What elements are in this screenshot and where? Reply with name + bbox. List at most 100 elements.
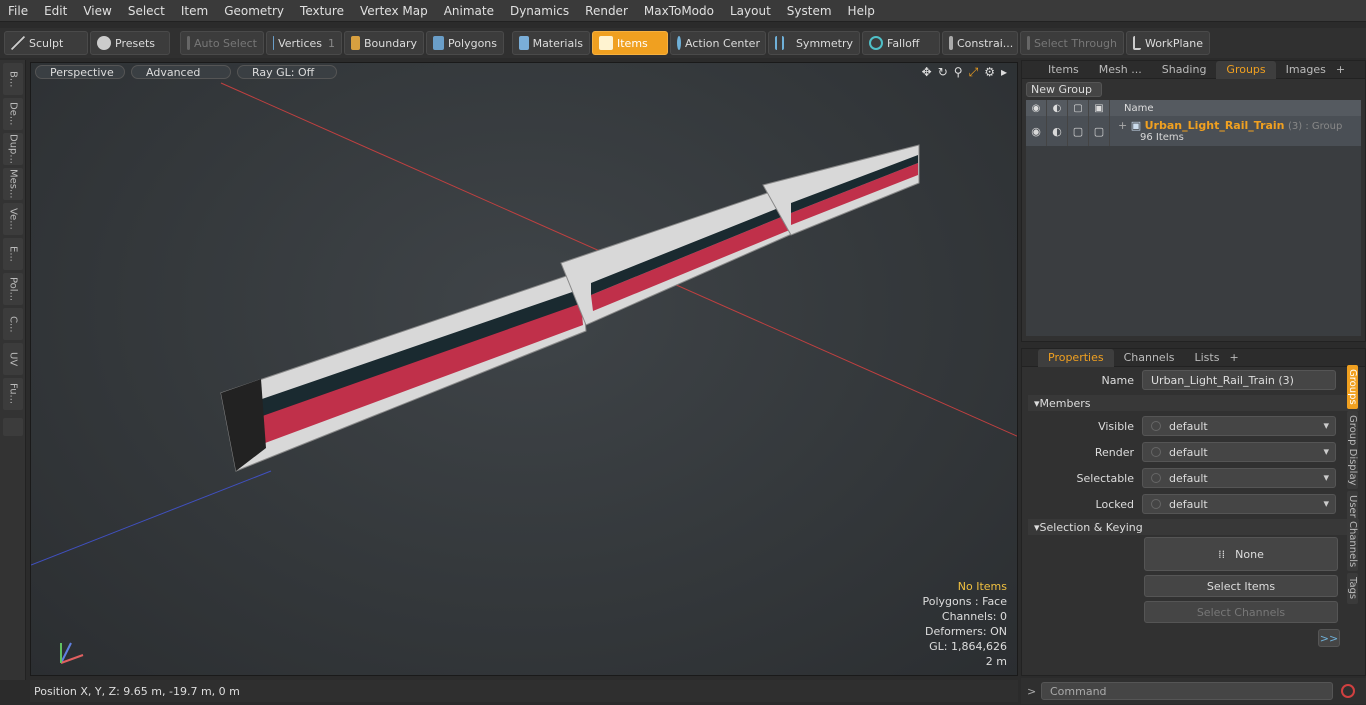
menu-layout[interactable]: Layout [722,4,779,18]
3d-viewport[interactable]: Perspective Advanced Ray GL: Off ✥ ↻ ⚲ ⤢… [30,62,1018,676]
select-through-button[interactable]: Select Through [1020,31,1124,55]
menu-view[interactable]: View [75,4,119,18]
render-icon[interactable]: ◐ [1047,116,1068,146]
polygons-info: Polygons : Face [922,595,1007,608]
side-tab-tags[interactable]: Tags [1347,573,1358,604]
arrow-right-icon[interactable]: ▸ [1001,65,1007,80]
add-tab-icon[interactable]: + [1336,63,1345,76]
expand-icon[interactable]: + [1118,119,1131,132]
side-tab-groups[interactable]: Groups [1347,365,1358,409]
menu-maxtomodo[interactable]: MaxToModo [636,4,722,18]
groups-list: ◉ ◐ ▢ ▣ Name ◉ ◐ ▢ ▢ + ▣ Urban_Light_Rai… [1026,100,1361,336]
menu-vertex-map[interactable]: Vertex Map [352,4,436,18]
select-channels-button[interactable]: Select Channels [1144,601,1338,623]
left-tab-edge[interactable]: E... [3,238,23,270]
settings-icon[interactable]: ⚙ [984,65,995,80]
select-col-icon[interactable]: ▢ [1068,100,1089,116]
add-tab-icon[interactable]: + [1229,351,1238,364]
visibility-col-icon[interactable]: ◉ [1026,100,1047,116]
tab-lists[interactable]: Lists [1185,349,1230,367]
scale-info: 2 m [985,655,1007,668]
left-tab-duplicate[interactable]: Dup... [3,133,23,165]
left-tab-deform[interactable]: De... [3,98,23,130]
side-tab-user-channels[interactable]: User Channels [1347,491,1358,572]
lock-col-icon[interactable]: ▣ [1089,100,1110,116]
item-cube-icon [599,36,613,50]
tab-images[interactable]: Images [1276,61,1336,79]
materials-button[interactable]: Materials [512,31,590,55]
left-tab-vertex[interactable]: Ve... [3,203,23,235]
record-icon[interactable] [1341,684,1355,698]
command-prompt-icon: > [1027,684,1037,698]
selectable-dropdown[interactable]: default [1142,468,1336,488]
eye-icon[interactable]: ◉ [1026,116,1047,146]
left-tab-mesh[interactable]: Mes... [3,168,23,200]
workplane-button[interactable]: WorkPlane [1126,31,1210,55]
constraints-button[interactable]: Constrai... [942,31,1018,55]
locked-row: Locked default [1022,491,1365,517]
selection-keying-section[interactable]: ▾ Selection & Keying [1028,519,1359,535]
rotate-icon[interactable]: ↻ [938,65,948,80]
view-type-dropdown[interactable]: Perspective [35,65,125,79]
tab-shading[interactable]: Shading [1152,61,1217,79]
more-button[interactable]: >> [1318,629,1340,647]
render-row: Render default [1022,439,1365,465]
left-tab-uv[interactable]: UV [3,343,23,375]
tab-properties[interactable]: Properties [1038,348,1114,367]
menu-help[interactable]: Help [840,4,883,18]
left-tab-curve[interactable]: C... [3,308,23,340]
members-section[interactable]: ▾ Members [1028,395,1359,411]
left-toolbox: B... De... Dup... Mes... Ve... E... Pol.… [0,60,26,680]
menu-animate[interactable]: Animate [436,4,502,18]
menu-file[interactable]: File [0,4,36,18]
menu-geometry[interactable]: Geometry [216,4,292,18]
visible-dropdown[interactable]: default [1142,416,1336,436]
raygl-toggle[interactable]: Ray GL: Off [237,65,337,79]
menu-dynamics[interactable]: Dynamics [502,4,577,18]
none-button[interactable]: ⁞⁞ None [1144,537,1338,571]
command-input[interactable]: Command [1041,682,1333,700]
side-tab-group-display[interactable]: Group Display [1347,410,1358,490]
pan-icon[interactable]: ✥ [922,65,932,80]
menu-system[interactable]: System [779,4,840,18]
new-group-button[interactable]: New Group [1026,82,1102,97]
radio-icon [1151,421,1161,431]
auto-select-button[interactable]: Auto Select [180,31,264,55]
items-button[interactable]: Items [592,31,668,55]
menu-texture[interactable]: Texture [292,4,352,18]
boundary-button[interactable]: Boundary [344,31,424,55]
render-col-icon[interactable]: ◐ [1047,100,1068,116]
group-type: (3) : Group [1288,121,1343,132]
tab-mesh[interactable]: Mesh ... [1089,61,1152,79]
menu-render[interactable]: Render [577,4,636,18]
locked-dropdown[interactable]: default [1142,494,1336,514]
select-items-button[interactable]: Select Items [1144,575,1338,597]
vertices-button[interactable]: Vertices 1 [266,31,342,55]
tab-channels[interactable]: Channels [1114,349,1185,367]
symmetry-button[interactable]: Symmetry [768,31,860,55]
zoom-icon[interactable]: ⚲ [954,65,963,80]
shading-dropdown[interactable]: Advanced [131,65,231,79]
sculpt-button[interactable]: Sculpt [4,31,88,55]
tab-groups[interactable]: Groups [1216,60,1276,79]
presets-button[interactable]: Presets [90,31,170,55]
left-tab-polygon[interactable]: Pol... [3,273,23,305]
left-tab-fusion[interactable]: Fu... [3,378,23,410]
maximize-icon[interactable]: ⤢ [969,65,979,80]
menu-item[interactable]: Item [173,4,216,18]
properties-panel: Properties Channels Lists + Name Urban_L… [1021,348,1366,676]
lock-checkbox[interactable]: ▢ [1089,116,1110,146]
menu-select[interactable]: Select [120,4,173,18]
name-column-header[interactable]: Name [1110,103,1154,114]
action-center-button[interactable]: Action Center [670,31,766,55]
name-field[interactable]: Urban_Light_Rail_Train (3) [1142,370,1336,390]
left-tab-extra[interactable] [3,418,23,436]
group-row[interactable]: ◉ ◐ ▢ ▢ + ▣ Urban_Light_Rail_Train (3) :… [1026,116,1361,146]
render-dropdown[interactable]: default [1142,442,1336,462]
polygons-button[interactable]: Polygons [426,31,504,55]
selectable-checkbox[interactable]: ▢ [1068,116,1089,146]
left-tab-basic[interactable]: B... [3,63,23,95]
menu-edit[interactable]: Edit [36,4,75,18]
tab-items[interactable]: Items [1038,61,1089,79]
falloff-button[interactable]: Falloff [862,31,940,55]
